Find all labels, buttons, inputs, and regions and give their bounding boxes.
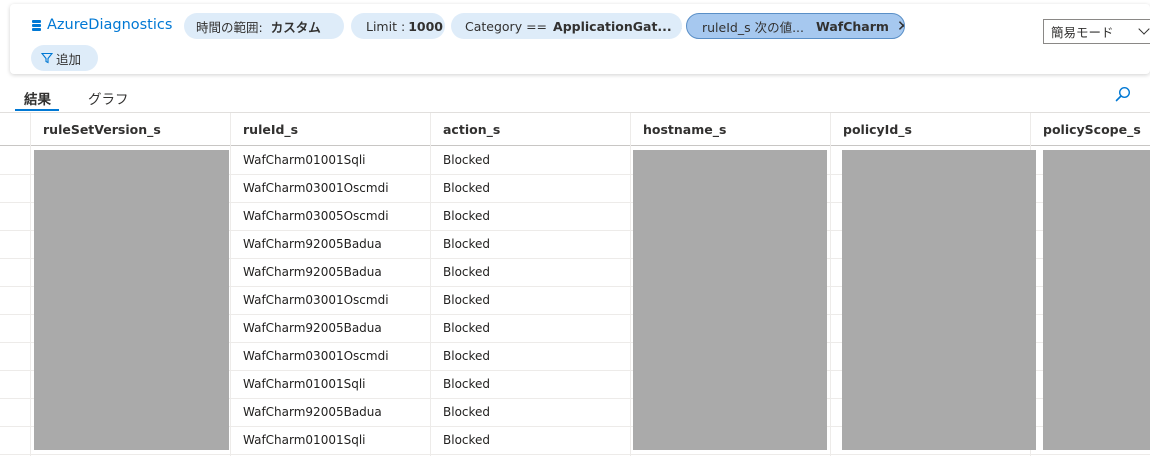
- cell-action[interactable]: Blocked: [443, 230, 490, 258]
- time-range-label: 時間の範囲:: [196, 19, 263, 35]
- cell-action[interactable]: Blocked: [443, 314, 490, 342]
- cell-ruleid[interactable]: WafCharm03001Oscmdi: [243, 342, 389, 370]
- category-filter-pill[interactable]: Category == ApplicationGat... ✕: [451, 13, 682, 39]
- cell-ruleid[interactable]: WafCharm92005Badua: [243, 258, 382, 286]
- tab-results[interactable]: 結果: [24, 88, 51, 108]
- limit-label: Limit :: [366, 18, 406, 34]
- limit-value: 1000: [408, 18, 443, 34]
- chevron-down-icon: [1138, 23, 1150, 35]
- cell-action[interactable]: Blocked: [443, 174, 490, 202]
- column-divider[interactable]: [630, 113, 631, 456]
- table-name: AzureDiagnostics: [47, 17, 173, 33]
- add-filter-label: 追加: [56, 51, 82, 67]
- column-header-policyscope[interactable]: policyScope_s: [1043, 113, 1141, 146]
- column-divider[interactable]: [430, 113, 431, 456]
- column-header-rulesetversion[interactable]: ruleSetVersion_s: [43, 113, 161, 146]
- cell-action[interactable]: Blocked: [443, 370, 490, 398]
- filter-bar: AzureDiagnostics 時間の範囲: カスタム Limit : 100…: [10, 4, 1150, 74]
- ruleid-label: ruleId_s 次の値...: [702, 19, 805, 35]
- cell-action[interactable]: Blocked: [443, 426, 490, 454]
- mode-select[interactable]: 簡易モード: [1043, 19, 1150, 44]
- table-selector[interactable]: AzureDiagnostics: [32, 17, 172, 33]
- header-row: [0, 113, 1150, 146]
- limit-pill[interactable]: Limit : 1000: [351, 13, 445, 39]
- cell-action[interactable]: Blocked: [443, 146, 490, 174]
- active-tab-indicator: [15, 109, 59, 111]
- column-divider[interactable]: [230, 113, 231, 456]
- cell-ruleid[interactable]: WafCharm03005Oscmdi: [243, 202, 389, 230]
- column-header-policyid[interactable]: policyId_s: [843, 113, 912, 146]
- cell-action[interactable]: Blocked: [443, 286, 490, 314]
- close-icon[interactable]: ✕: [680, 17, 682, 35]
- ruleid-value: WafCharm: [816, 18, 889, 34]
- cell-ruleid[interactable]: WafCharm92005Badua: [243, 314, 382, 342]
- search-icon[interactable]: [1115, 86, 1131, 102]
- redacted-policyscope: [1043, 150, 1150, 450]
- cell-ruleid[interactable]: WafCharm03001Oscmdi: [243, 174, 389, 202]
- results-grid: ruleSetVersion_s ruleId_s action_s hostn…: [0, 113, 1150, 456]
- redacted-policyid: [842, 150, 1036, 450]
- category-value: ApplicationGat...: [553, 18, 672, 34]
- close-icon[interactable]: ✕: [897, 17, 904, 35]
- redacted-hostname: [633, 150, 827, 450]
- column-divider[interactable]: [830, 113, 831, 456]
- column-divider[interactable]: [30, 113, 31, 456]
- cell-ruleid[interactable]: WafCharm03001Oscmdi: [243, 286, 389, 314]
- tab-chart[interactable]: グラフ: [88, 88, 129, 108]
- cell-action[interactable]: Blocked: [443, 342, 490, 370]
- cell-ruleid[interactable]: WafCharm01001Sqli: [243, 146, 366, 174]
- cell-action[interactable]: Blocked: [443, 258, 490, 286]
- cell-ruleid[interactable]: WafCharm01001Sqli: [243, 426, 366, 454]
- category-label: Category ==: [465, 18, 548, 34]
- cell-action[interactable]: Blocked: [443, 202, 490, 230]
- column-header-ruleid[interactable]: ruleId_s: [243, 113, 298, 146]
- column-header-action[interactable]: action_s: [443, 113, 500, 146]
- row-divider: [0, 454, 1150, 455]
- column-header-hostname[interactable]: hostname_s: [643, 113, 726, 146]
- cell-action[interactable]: Blocked: [443, 398, 490, 426]
- time-range-value: カスタム: [270, 19, 321, 35]
- add-filter-button[interactable]: 追加: [31, 45, 98, 71]
- ruleid-filter-pill[interactable]: ruleId_s 次の値... WafCharm ✕: [686, 13, 905, 39]
- time-range-pill[interactable]: 時間の範囲: カスタム: [184, 13, 344, 39]
- redacted-rulesetversion: [34, 150, 229, 450]
- mode-value: 簡易モード: [1051, 25, 1114, 40]
- cell-ruleid[interactable]: WafCharm92005Badua: [243, 398, 382, 426]
- cell-ruleid[interactable]: WafCharm01001Sqli: [243, 370, 366, 398]
- database-icon: [32, 19, 41, 31]
- cell-ruleid[interactable]: WafCharm92005Badua: [243, 230, 382, 258]
- result-tabs: 結果 グラフ: [0, 84, 1150, 113]
- filter-icon: [41, 52, 53, 64]
